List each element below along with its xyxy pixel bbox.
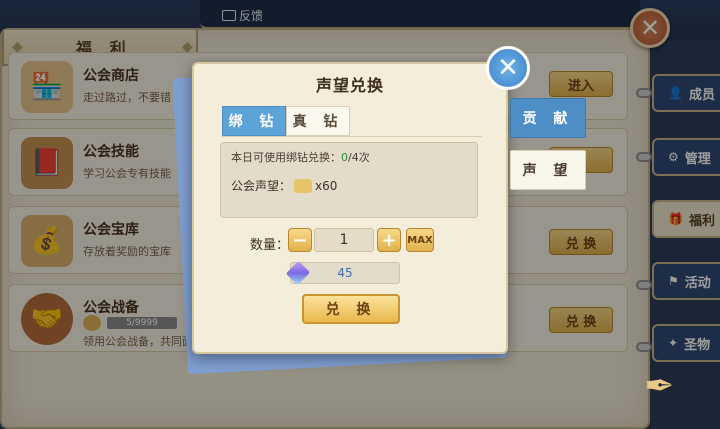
tab-bound-diamond[interactable]: 绑 钻 bbox=[222, 106, 286, 136]
tab-divider bbox=[222, 136, 482, 137]
minus-button[interactable]: − bbox=[288, 228, 312, 252]
dialog-title: 声望兑换 bbox=[315, 76, 384, 95]
reputation-icon bbox=[294, 178, 313, 193]
exchange-info-box: 本日可使用绑钻兑换：0/4次 公会声望： x60 bbox=[220, 142, 478, 218]
quantity-input[interactable]: 1 bbox=[314, 228, 374, 252]
tab-real-diamond[interactable]: 真 钻 bbox=[286, 106, 350, 136]
quill-icon: ✒ bbox=[644, 366, 675, 407]
quantity-label: 数量： bbox=[250, 238, 290, 253]
plus-button[interactable]: + bbox=[377, 228, 401, 252]
max-button[interactable]: MAX bbox=[406, 228, 434, 252]
daily-limit-text: 本日可使用绑钻兑换：0/4次 bbox=[231, 151, 370, 164]
tab-reputation[interactable]: 声 望 bbox=[510, 150, 586, 190]
currency-tabs: 绑 钻 真 钻 bbox=[222, 106, 350, 136]
reputation-exchange-dialog: 声望兑换 ✕ 绑 钻 真 钻 本日可使用绑钻兑换：0/4次 公会声望： x60 … bbox=[192, 46, 530, 354]
cost-value: 45 bbox=[337, 266, 353, 280]
close-icon[interactable]: ✕ bbox=[486, 46, 530, 90]
exchange-button[interactable]: 兑 换 bbox=[302, 294, 400, 324]
cost-display: 45 bbox=[285, 260, 400, 286]
reputation-reward: 公会声望： x60 bbox=[231, 178, 338, 193]
tab-contribution[interactable]: 贡 献 bbox=[510, 98, 586, 138]
